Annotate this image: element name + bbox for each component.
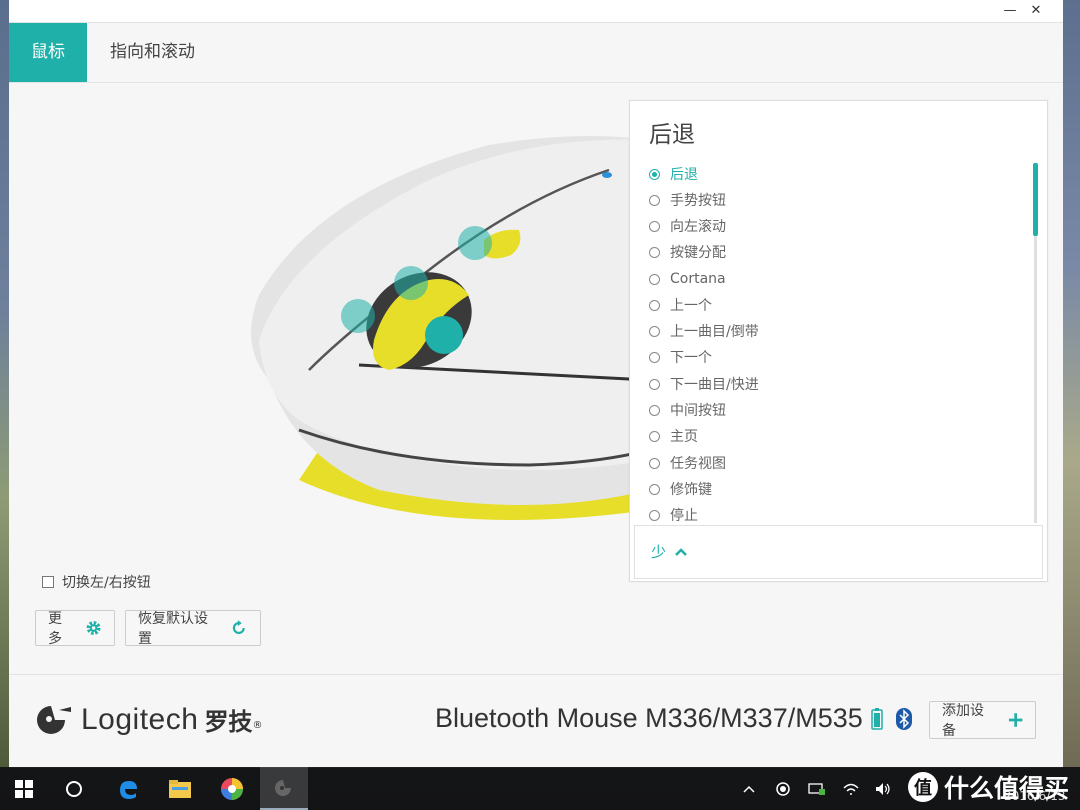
photos-taskbar-button[interactable] [208, 767, 256, 810]
chevron-up-icon [675, 547, 687, 556]
option-back[interactable]: 后退 [649, 161, 698, 187]
tab-point-and-scroll[interactable]: 指向和滚动 [88, 23, 217, 82]
record-icon [776, 781, 790, 796]
tray-record-button[interactable] [772, 767, 794, 810]
radio-button[interactable] [649, 404, 660, 416]
radio-button[interactable] [649, 351, 660, 363]
gear-icon [86, 621, 101, 635]
button-assignment-panel: 后退 后退 手势按钮 向左滚动 按键分配 Cortana 上一个 上一曲目/倒带… [629, 100, 1048, 582]
close-button[interactable]: ✕ [1022, 2, 1050, 20]
restore-defaults-button[interactable]: 恢复默认设置 [125, 610, 261, 647]
watermark-text: 什么值得买 [944, 774, 1070, 803]
swap-buttons-checkbox[interactable] [42, 576, 54, 588]
radio-button[interactable] [649, 457, 660, 469]
plus-icon [1008, 713, 1023, 727]
chevron-up-tray-icon [743, 785, 755, 793]
panel-footer: 少 [634, 525, 1043, 579]
option-task-view[interactable]: 任务视图 [649, 450, 726, 476]
mouse-illustration [229, 130, 649, 540]
option-next-track[interactable]: 下一曲目/快进 [649, 371, 759, 397]
radio-button[interactable] [649, 168, 660, 180]
hotspot-forward[interactable] [458, 226, 492, 260]
option-gesture-button[interactable]: 手势按钮 [649, 187, 726, 213]
option-home[interactable]: 主页 [649, 423, 698, 449]
desktop-wallpaper-left [0, 0, 9, 767]
watermark-badge: 值 [908, 772, 938, 802]
show-hidden-icons-button[interactable] [738, 767, 760, 810]
cortana-button[interactable] [50, 767, 98, 810]
tray-volume-button[interactable] [872, 767, 894, 810]
refresh-icon [233, 620, 246, 634]
file-explorer-taskbar-button[interactable] [156, 767, 204, 810]
radio-button[interactable] [649, 194, 660, 206]
wifi-icon [843, 783, 859, 795]
logitech-logo: Logitech 罗技 ® [35, 702, 262, 737]
option-scroll-left[interactable]: 向左滚动 [649, 213, 726, 239]
windows-start-icon [15, 779, 33, 798]
tab-mouse[interactable]: 鼠标 [9, 23, 87, 82]
site-watermark: 值 什么值得买 [908, 769, 1069, 805]
device-name: Bluetooth Mouse M336/M337/M535 [435, 703, 863, 733]
footer-bar: Logitech 罗技 ® Bluetooth Mouse M336/M337/… [9, 674, 1063, 768]
file-explorer-icon [169, 779, 191, 798]
minimize-button[interactable]: — [996, 2, 1024, 20]
show-less-button[interactable]: 少 [651, 541, 688, 562]
radio-button[interactable] [649, 273, 660, 285]
photos-icon [221, 777, 243, 800]
option-keystroke[interactable]: 按键分配 [649, 239, 726, 265]
radio-button[interactable] [649, 246, 660, 258]
option-cortana[interactable]: Cortana [649, 266, 726, 292]
option-middle-button[interactable]: 中间按钮 [649, 397, 726, 423]
volume-icon [876, 782, 890, 795]
option-modifier-key[interactable]: 修饰键 [649, 476, 712, 502]
battery-icon [871, 708, 883, 730]
add-device-button[interactable]: 添加设备 [929, 701, 1036, 739]
tray-wifi-button[interactable] [840, 767, 862, 810]
desktop-wallpaper-right [1063, 0, 1080, 767]
tab-bar: 鼠标 指向和滚动 [9, 23, 1063, 83]
hotspot-back[interactable] [394, 266, 428, 300]
logitech-mark-icon [37, 705, 71, 734]
action-options-list: 后退 手势按钮 向左滚动 按键分配 Cortana 上一个 上一曲目/倒带 下一… [630, 161, 1025, 521]
hotspot-selected[interactable] [425, 316, 463, 354]
option-previous-track[interactable]: 上一曲目/倒带 [649, 318, 759, 344]
radio-button[interactable] [649, 220, 660, 232]
start-button[interactable] [0, 767, 48, 810]
edge-icon [120, 780, 137, 799]
option-previous[interactable]: 上一个 [649, 292, 712, 318]
cortana-circle-icon [66, 780, 82, 797]
logitech-options-window: — ✕ 鼠标 指向和滚动 后退 后退 手势按钮 向左滚动 按键分配 Cortan… [9, 0, 1063, 768]
more-button[interactable]: 更多 [35, 610, 115, 647]
option-stop[interactable]: 停止 [649, 502, 698, 521]
edge-taskbar-button[interactable] [104, 767, 152, 810]
radio-button[interactable] [649, 483, 660, 495]
radio-button[interactable] [649, 299, 660, 311]
swap-buttons-option[interactable]: 切换左/右按钮 [42, 572, 151, 592]
radio-button[interactable] [649, 378, 660, 390]
options-scrollbar-thumb[interactable] [1033, 163, 1038, 236]
radio-button[interactable] [649, 430, 660, 442]
logitech-options-taskbar-button[interactable] [260, 767, 308, 810]
panel-title: 后退 [649, 122, 695, 148]
tray-network-button[interactable] [806, 767, 828, 810]
radio-button[interactable] [649, 509, 660, 521]
radio-button[interactable] [649, 325, 660, 337]
option-next[interactable]: 下一个 [649, 344, 712, 370]
logitech-options-icon [275, 779, 291, 796]
hotspot-gesture[interactable] [341, 299, 375, 333]
title-bar: — ✕ [9, 0, 1063, 23]
bluetooth-icon [896, 708, 912, 730]
network-icon [808, 782, 825, 795]
